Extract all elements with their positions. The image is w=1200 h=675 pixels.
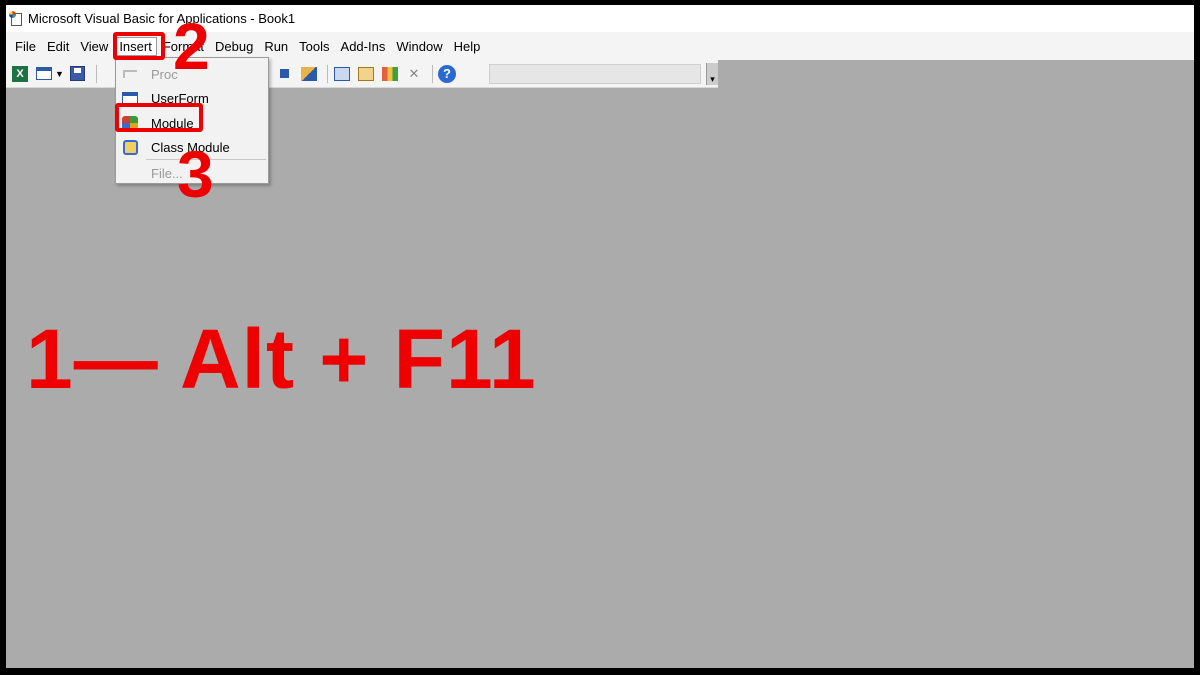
vba-app-icon	[9, 10, 25, 27]
toolbar-options-icon[interactable]: ▾	[706, 63, 718, 85]
insert-highlight-box	[113, 32, 165, 60]
toolbar-separator	[95, 64, 97, 83]
procedure-icon	[121, 66, 139, 82]
stop-icon	[280, 69, 290, 78]
code-location-box	[489, 64, 701, 84]
toolbar-separator	[431, 64, 433, 83]
reset-button[interactable]	[275, 64, 295, 84]
project-explorer-icon	[333, 66, 350, 81]
help-button[interactable]: ?	[437, 64, 457, 84]
toolbox-icon: ✕	[408, 65, 420, 81]
object-browser-icon	[381, 66, 398, 81]
menu-edit[interactable]: Edit	[42, 37, 74, 56]
menu-run[interactable]: Run	[259, 37, 293, 56]
menu-file[interactable]: File	[10, 37, 41, 56]
menu-view[interactable]: View	[75, 37, 113, 56]
menu-help[interactable]: Help	[449, 37, 486, 56]
help-icon: ?	[437, 64, 456, 83]
menu-add-ins[interactable]: Add-Ins	[336, 37, 391, 56]
step-3-label: 3	[177, 137, 214, 211]
project-explorer-button[interactable]	[332, 64, 352, 84]
toolbox-button[interactable]: ✕	[404, 64, 424, 84]
menu-tools[interactable]: Tools	[294, 37, 334, 56]
userform-icon	[36, 67, 52, 80]
menu-debug[interactable]: Debug	[210, 37, 258, 56]
design-mode-button[interactable]	[299, 64, 319, 84]
step-2-label: 2	[173, 9, 210, 83]
module-highlight-box	[115, 103, 203, 132]
dropdown-caret-icon[interactable]: ▼	[55, 69, 64, 79]
standard-toolbar: X ▼ ✕ ? ▾	[6, 60, 718, 88]
view-excel-button[interactable]: X	[10, 64, 30, 84]
window-title: Microsoft Visual Basic for Applications …	[28, 11, 296, 26]
class-module-icon	[121, 139, 139, 155]
insert-userform-button[interactable]	[34, 64, 54, 84]
object-browser-button[interactable]	[380, 64, 400, 84]
design-mode-icon	[300, 66, 317, 81]
properties-icon	[357, 66, 374, 81]
menu-window[interactable]: Window	[391, 37, 447, 56]
save-button[interactable]	[68, 64, 88, 84]
vba-editor-window: Microsoft Visual Basic for Applications …	[6, 5, 1194, 668]
toolbar-separator	[326, 64, 328, 83]
step-1-shortcut-label: 1— Alt + F11	[26, 312, 537, 406]
properties-button[interactable]	[356, 64, 376, 84]
excel-icon: X	[12, 65, 28, 82]
save-icon	[70, 66, 86, 81]
